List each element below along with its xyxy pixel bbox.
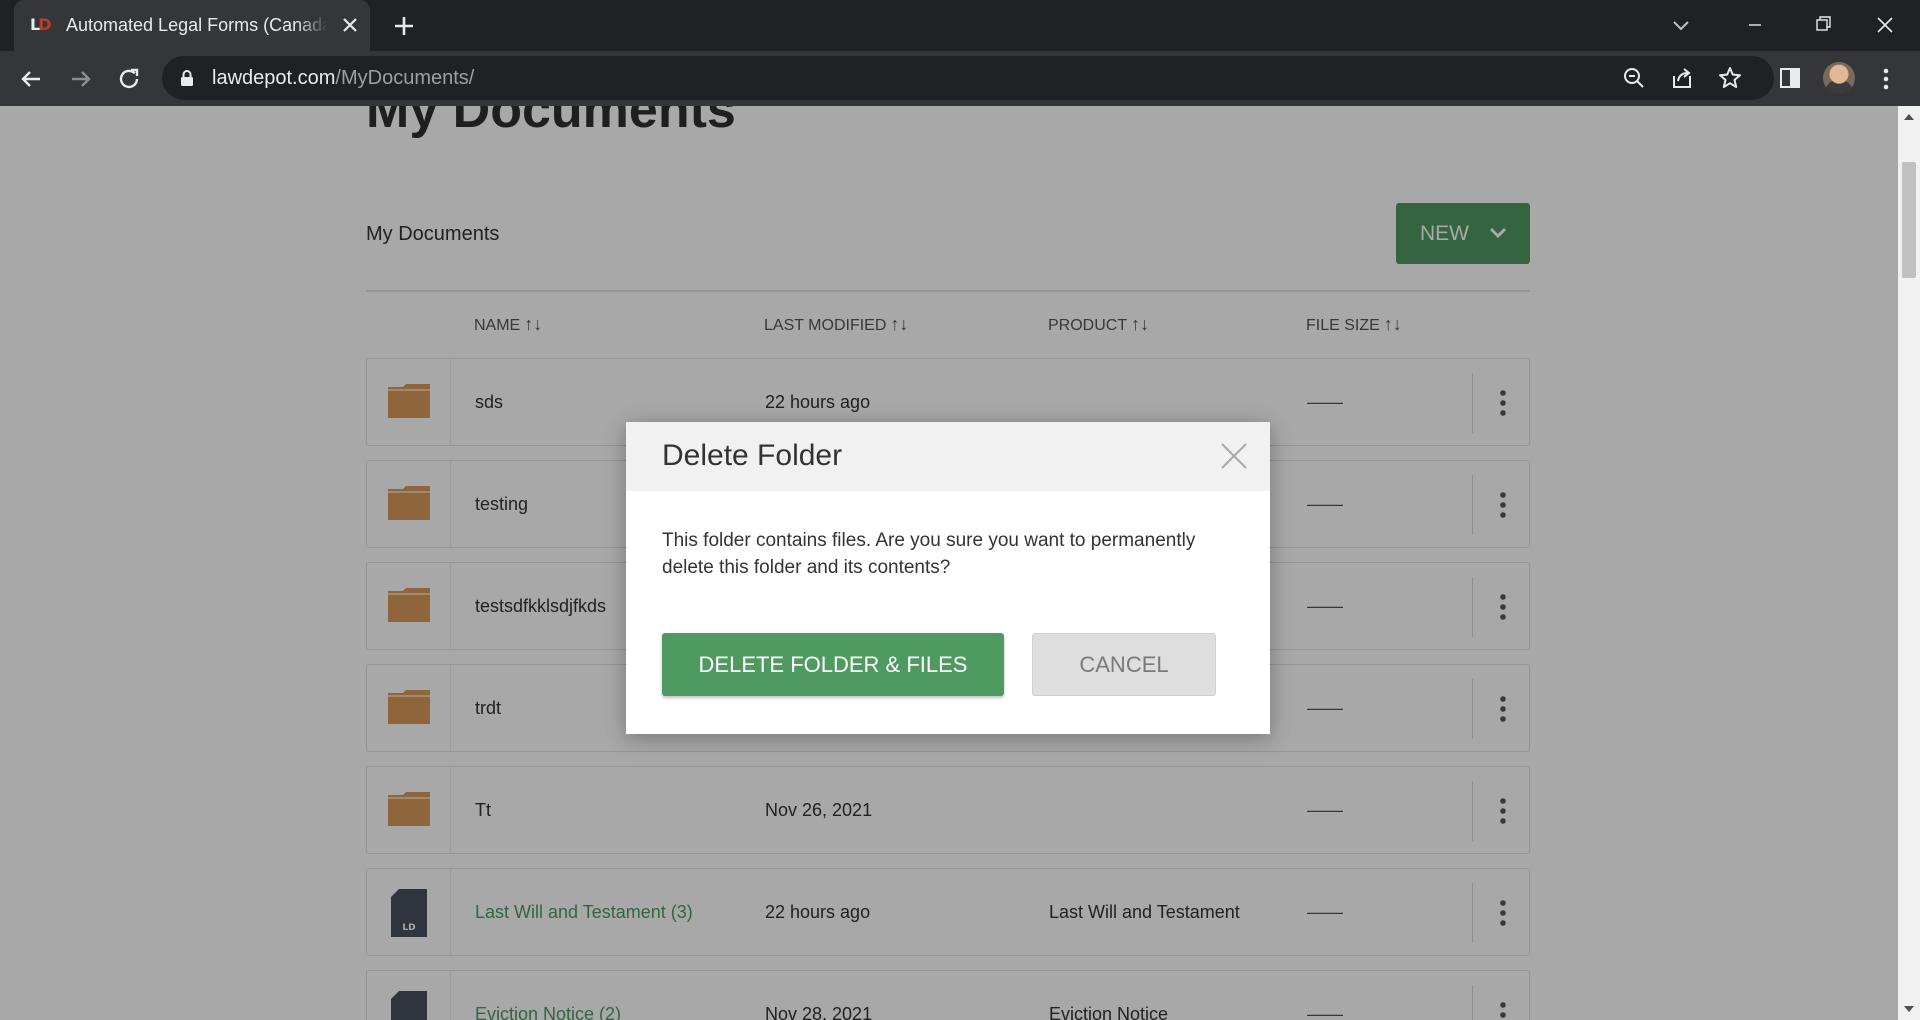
- scroll-up-arrow-icon[interactable]: [1903, 112, 1915, 122]
- reload-icon[interactable]: [114, 64, 144, 94]
- tab-search-chevron-icon[interactable]: [1666, 10, 1696, 40]
- favicon-letter-d: D: [38, 15, 51, 34]
- tab-title: Automated Legal Forms (Canada): [66, 15, 328, 35]
- browser-tab-strip: LD Automated Legal Forms (Canada): [0, 0, 1920, 51]
- window-close-icon[interactable]: [1862, 8, 1908, 42]
- address-bar[interactable]: lawdepot.com/MyDocuments/: [162, 56, 1774, 100]
- back-arrow-icon[interactable]: [16, 64, 46, 94]
- forward-arrow-icon[interactable]: [66, 64, 96, 94]
- tab-close-icon[interactable]: [338, 13, 362, 37]
- delete-folder-files-button[interactable]: DELETE FOLDER & FILES: [662, 633, 1004, 696]
- window-minimize-icon[interactable]: [1732, 8, 1778, 42]
- lock-icon[interactable]: [180, 69, 194, 87]
- page-scrollbar[interactable]: [1898, 106, 1920, 1020]
- scroll-down-arrow-icon[interactable]: [1903, 1004, 1915, 1014]
- profile-avatar[interactable]: [1823, 62, 1855, 94]
- close-icon[interactable]: [1218, 440, 1250, 472]
- url-host: lawdepot.com: [212, 67, 336, 89]
- dialog-header: Delete Folder: [626, 422, 1270, 491]
- bookmark-star-icon[interactable]: [1716, 64, 1744, 92]
- dialog-title: Delete Folder: [662, 439, 843, 472]
- site-favicon-icon: LD: [30, 15, 52, 35]
- scrollbar-thumb[interactable]: [1902, 162, 1916, 278]
- new-tab-icon[interactable]: [390, 12, 418, 40]
- page-content: My Documents My Documents NEW NAME ↑↓ LAS…: [0, 106, 1898, 1020]
- browser-menu-icon[interactable]: [1876, 64, 1896, 94]
- side-panel-icon[interactable]: [1776, 64, 1804, 92]
- browser-toolbar: lawdepot.com/MyDocuments/: [0, 51, 1920, 106]
- url-text[interactable]: lawdepot.com/MyDocuments/: [212, 67, 474, 90]
- delete-folder-dialog: Delete Folder This folder contains files…: [626, 422, 1270, 734]
- share-icon[interactable]: [1668, 64, 1696, 92]
- favicon-letter-l: L: [30, 15, 40, 34]
- dialog-message: This folder contains files. Are you sure…: [662, 530, 1196, 578]
- zoom-out-icon[interactable]: [1620, 64, 1648, 92]
- url-path: /MyDocuments/: [335, 67, 475, 89]
- window-restore-icon[interactable]: [1800, 8, 1846, 42]
- browser-tab[interactable]: LD Automated Legal Forms (Canada): [14, 0, 370, 51]
- cancel-button[interactable]: CANCEL: [1032, 633, 1216, 696]
